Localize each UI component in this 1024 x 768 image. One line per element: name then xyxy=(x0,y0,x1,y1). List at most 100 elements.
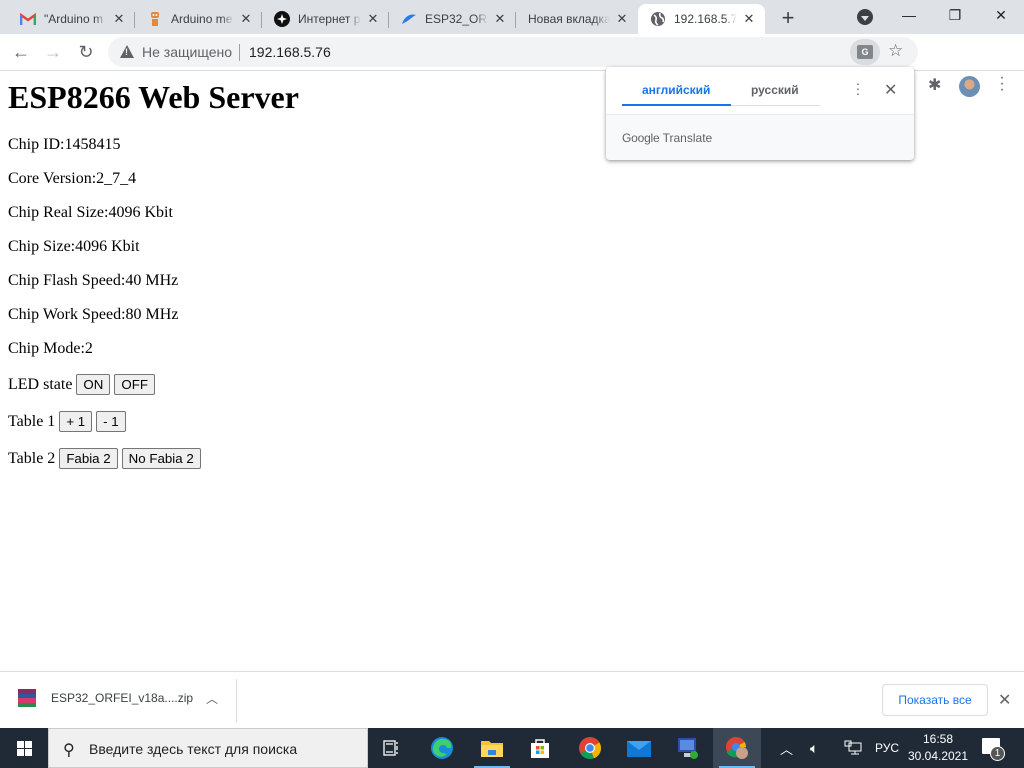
minimize-button[interactable]: — xyxy=(886,0,932,30)
network-icon[interactable] xyxy=(844,728,862,768)
task-view-icon[interactable] xyxy=(368,728,416,768)
led-state-label: LED state xyxy=(8,375,73,393)
tab-arduino[interactable]: Arduino me ✕ xyxy=(135,4,262,34)
notification-count-badge: 1 xyxy=(990,746,1005,761)
no-fabia-2-button[interactable]: No Fabia 2 xyxy=(121,448,201,469)
reload-button[interactable]: ↻ xyxy=(72,38,100,66)
shelf-divider xyxy=(236,679,237,722)
edge-icon[interactable] xyxy=(418,728,466,768)
tab-active-esp8266[interactable]: 192.168.5.76 ✕ xyxy=(638,4,765,34)
remote-desktop-icon[interactable] xyxy=(664,728,712,768)
translate-icon[interactable]: G xyxy=(850,39,880,65)
close-tab-icon[interactable]: ✕ xyxy=(741,11,757,27)
tab-title: 192.168.5.76 xyxy=(674,12,737,26)
web-page: ESP8266 Web Server Chip ID: 1458415 Core… xyxy=(0,72,1024,671)
tab-gmail[interactable]: "Arduino m ✕ xyxy=(8,4,135,34)
bookmark-star-icon[interactable]: ☆ xyxy=(888,41,903,61)
taskbar-clock[interactable]: 16:58 30.04.2021 xyxy=(900,731,976,765)
info-label: Chip Real Size: xyxy=(8,204,109,221)
close-tab-icon[interactable]: ✕ xyxy=(614,11,630,27)
start-button[interactable] xyxy=(0,728,48,768)
gmail-icon xyxy=(20,11,36,27)
taskbar-search-box[interactable]: ⚲ Введите здесь текст для поиска xyxy=(48,728,368,768)
url-text[interactable]: 192.168.5.76 xyxy=(249,44,331,60)
security-status[interactable]: Не защищено xyxy=(142,44,232,60)
search-placeholder: Введите здесь текст для поиска xyxy=(89,741,298,757)
tab-title: Arduino me xyxy=(171,12,233,26)
brand-google: Google xyxy=(622,131,660,145)
info-label: Core Version: xyxy=(8,170,97,187)
chevron-up-icon[interactable]: ︿ xyxy=(206,690,218,707)
info-value: 1458415 xyxy=(64,136,121,153)
page-title: ESP8266 Web Server xyxy=(8,79,299,115)
clock-date: 30.04.2021 xyxy=(907,749,969,763)
show-hidden-icons-chevron-icon[interactable]: ︿ xyxy=(780,728,793,768)
cloud-icon xyxy=(401,11,417,27)
chrome-profile-taskbar-icon[interactable] xyxy=(713,728,761,768)
address-bar[interactable]: Не защищено 192.168.5.76 G ☆ xyxy=(108,37,918,67)
chrome-icon[interactable] xyxy=(566,728,614,768)
new-tab-button[interactable]: + xyxy=(776,5,800,30)
volume-icon[interactable]: 🔈︎ xyxy=(810,728,818,768)
led-state-row: LED state ON OFF xyxy=(8,374,155,395)
info-chip-mode: Chip Mode: 2 xyxy=(8,340,93,358)
file-explorer-icon[interactable] xyxy=(468,728,516,768)
table-1-row: Table 1 + 1 - 1 xyxy=(8,411,126,432)
info-value: 40 MHz xyxy=(125,272,179,289)
table-1-label: Table 1 xyxy=(8,412,56,430)
info-flash-speed: Chip Flash Speed: 40 MHz xyxy=(8,272,178,290)
info-label: Chip Size: xyxy=(8,238,76,255)
arduino-robot-icon xyxy=(147,11,163,27)
table-1-minus-button[interactable]: - 1 xyxy=(96,411,126,432)
show-all-button[interactable]: Показать все xyxy=(882,684,988,716)
info-label: Chip Flash Speed: xyxy=(8,272,126,289)
tab-search-icon[interactable] xyxy=(857,9,873,25)
close-tab-icon[interactable]: ✕ xyxy=(111,11,127,27)
translate-close-icon[interactable]: ✕ xyxy=(884,80,897,100)
tab-title: "Arduino m xyxy=(44,12,103,26)
close-tab-icon[interactable]: ✕ xyxy=(238,11,254,27)
tab-strip: "Arduino m ✕ Arduino me ✕ Интернет р ✕ E… xyxy=(0,0,1024,34)
tab-title: ESP32_ORF xyxy=(425,12,488,26)
language-tab-english[interactable]: английский xyxy=(642,83,710,97)
window-close-button[interactable]: ✕ xyxy=(978,0,1024,30)
forward-button[interactable]: → xyxy=(39,38,67,66)
restore-button[interactable]: ❐ xyxy=(932,0,978,30)
clock-time: 16:58 xyxy=(922,732,954,746)
windows-logo-icon xyxy=(16,740,32,756)
tab-title: Новая вкладка xyxy=(528,12,610,26)
mail-icon[interactable] xyxy=(615,728,663,768)
tab-new-tab[interactable]: Новая вкладка ✕ xyxy=(516,4,638,34)
info-label: Chip Mode: xyxy=(8,340,85,357)
shelf-close-icon[interactable]: ✕ xyxy=(998,690,1011,710)
translate-bubble: английский русский · · · ✕ Google Translat… xyxy=(606,67,914,160)
translate-options-icon[interactable]: · · · xyxy=(855,76,861,100)
microsoft-store-icon[interactable] xyxy=(516,728,564,768)
led-off-button[interactable]: OFF xyxy=(114,374,155,395)
close-tab-icon[interactable]: ✕ xyxy=(492,11,508,27)
download-item[interactable]: ESP32_ORFEI_v18a....zip xyxy=(18,689,193,707)
tab-esp32[interactable]: ESP32_ORF ✕ xyxy=(389,4,516,34)
info-work-speed: Chip Work Speed: 80 MHz xyxy=(8,306,178,324)
table-1-plus-button[interactable]: + 1 xyxy=(59,411,93,432)
download-file-name: ESP32_ORFEI_v18a....zip xyxy=(51,691,194,705)
selected-tab-indicator xyxy=(622,104,731,106)
tab-internet[interactable]: Интернет р ✕ xyxy=(262,4,389,34)
fabia-2-button[interactable]: Fabia 2 xyxy=(59,448,118,469)
browser-toolbar: ← → ↻ Не защищено 192.168.5.76 G ☆ ✱ ··· xyxy=(0,34,1024,98)
info-value: 4096 Kbit xyxy=(75,238,140,255)
search-icon: ⚲ xyxy=(63,742,75,759)
input-language-indicator[interactable]: РУС xyxy=(875,728,899,768)
brand-translate: Translate xyxy=(662,131,713,145)
led-on-button[interactable]: ON xyxy=(76,374,111,395)
close-tab-icon[interactable]: ✕ xyxy=(365,11,381,27)
warning-icon[interactable] xyxy=(120,45,134,58)
back-button[interactable]: ← xyxy=(7,38,35,66)
info-chip-id: Chip ID: 1458415 xyxy=(8,136,120,154)
language-tab-russian[interactable]: русский xyxy=(751,83,799,97)
table-2-row: Table 2 Fabia 2 No Fabia 2 xyxy=(8,448,201,469)
compass-icon xyxy=(274,11,290,27)
tab-title: Интернет р xyxy=(298,12,361,26)
info-label: Chip Work Speed: xyxy=(8,306,126,323)
info-value: 2_7_4 xyxy=(96,170,137,187)
